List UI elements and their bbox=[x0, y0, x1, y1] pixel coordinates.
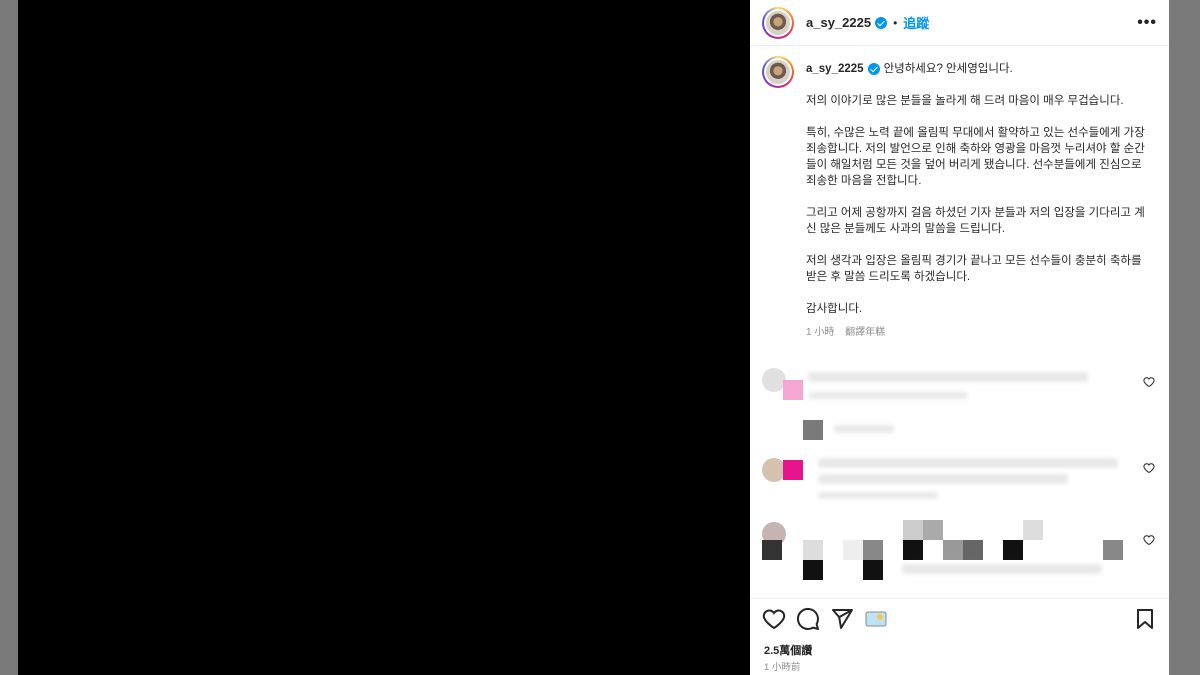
pixelated-block bbox=[803, 560, 823, 580]
comments-list bbox=[750, 358, 1169, 598]
blurred-comment bbox=[818, 474, 1068, 484]
caption-paragraph: 감사합니다. bbox=[806, 303, 863, 315]
pixelated-block bbox=[903, 540, 923, 560]
pixelated-block bbox=[863, 540, 883, 560]
likes-count[interactable]: 2.5萬個讚 bbox=[764, 642, 812, 658]
heart-icon[interactable] bbox=[1143, 376, 1155, 388]
pixelated-block bbox=[803, 540, 823, 560]
pixelated-block bbox=[943, 540, 963, 560]
list-item bbox=[762, 448, 1157, 508]
window-frame-right bbox=[1169, 0, 1200, 675]
save-icon[interactable] bbox=[1133, 607, 1157, 631]
caption-greeting: 안녕하세요? 안세영입니다. bbox=[883, 63, 1013, 75]
blurred-comment bbox=[808, 372, 1088, 382]
list-item bbox=[762, 518, 1157, 588]
pixelated-block bbox=[783, 380, 803, 400]
blurred-comment bbox=[834, 425, 894, 433]
caption-paragraph: 저의 생각과 입장은 올림픽 경기가 끝나고 모든 선수들이 충분히 축하를 받… bbox=[806, 255, 1142, 283]
post-media[interactable] bbox=[18, 0, 750, 675]
pixelated-block bbox=[923, 520, 943, 540]
share-icon[interactable] bbox=[830, 607, 854, 631]
post-panel: a_sy_2225 • 追蹤 ••• a_sy_2225 안녕하세요? 안세영입… bbox=[750, 0, 1169, 675]
verified-icon bbox=[867, 63, 880, 75]
heart-icon[interactable] bbox=[1143, 462, 1155, 474]
avatar[interactable] bbox=[762, 6, 794, 39]
pixelated-block bbox=[963, 540, 983, 560]
action-bar bbox=[750, 598, 1169, 638]
caption: a_sy_2225 안녕하세요? 안세영입니다. 저의 이야기로 많은 분들을 … bbox=[750, 46, 1169, 341]
pixelated-block bbox=[1103, 540, 1123, 560]
blurred-comment bbox=[902, 564, 1102, 574]
pixelated-block bbox=[843, 540, 863, 560]
list-item bbox=[762, 413, 1157, 443]
caption-time: 1 小時 bbox=[806, 327, 835, 338]
translate-link[interactable]: 翻譯年糕 bbox=[845, 327, 885, 338]
blurred-comment bbox=[818, 492, 938, 499]
caption-username[interactable]: a_sy_2225 bbox=[806, 61, 864, 77]
heart-icon[interactable] bbox=[1143, 534, 1155, 546]
more-icon[interactable]: ••• bbox=[1137, 14, 1157, 32]
verified-icon bbox=[875, 16, 888, 29]
post-time: 1 小時前 bbox=[764, 662, 801, 673]
pixelated-block bbox=[863, 560, 883, 580]
caption-paragraph: 특히, 수많은 노력 끝에 올림픽 무대에서 활약하고 있는 선수들에게 가장 … bbox=[806, 127, 1145, 187]
pixelated-block bbox=[1023, 520, 1043, 540]
list-item bbox=[762, 358, 1157, 418]
caption-meta: 1 小時 翻譯年糕 bbox=[806, 325, 1151, 341]
comment-icon[interactable] bbox=[796, 607, 820, 631]
image-icon bbox=[865, 611, 887, 626]
blurred-comment bbox=[808, 392, 968, 399]
pixelated-block bbox=[1003, 540, 1023, 560]
blurred-comment bbox=[818, 458, 1118, 468]
pixelated-block bbox=[803, 420, 823, 440]
pixelated-block bbox=[903, 520, 923, 540]
caption-paragraph: 저의 이야기로 많은 분들을 놀라게 해 드려 마음이 매우 무겁습니다. bbox=[806, 95, 1124, 107]
caption-avatar[interactable] bbox=[762, 56, 794, 88]
caption-paragraph: 그리고 어제 공항까지 걸음 하셨던 기자 분들과 저의 입장을 기다리고 계신… bbox=[806, 207, 1145, 235]
pixelated-block bbox=[762, 540, 782, 560]
pixelated-block bbox=[783, 460, 803, 480]
follow-button[interactable]: 追蹤 bbox=[903, 13, 929, 32]
window-frame-left bbox=[0, 0, 18, 675]
heart-icon[interactable] bbox=[762, 607, 786, 631]
header-username[interactable]: a_sy_2225 bbox=[806, 15, 871, 30]
post-header: a_sy_2225 • 追蹤 ••• bbox=[750, 0, 1169, 46]
separator-dot: • bbox=[893, 15, 898, 30]
